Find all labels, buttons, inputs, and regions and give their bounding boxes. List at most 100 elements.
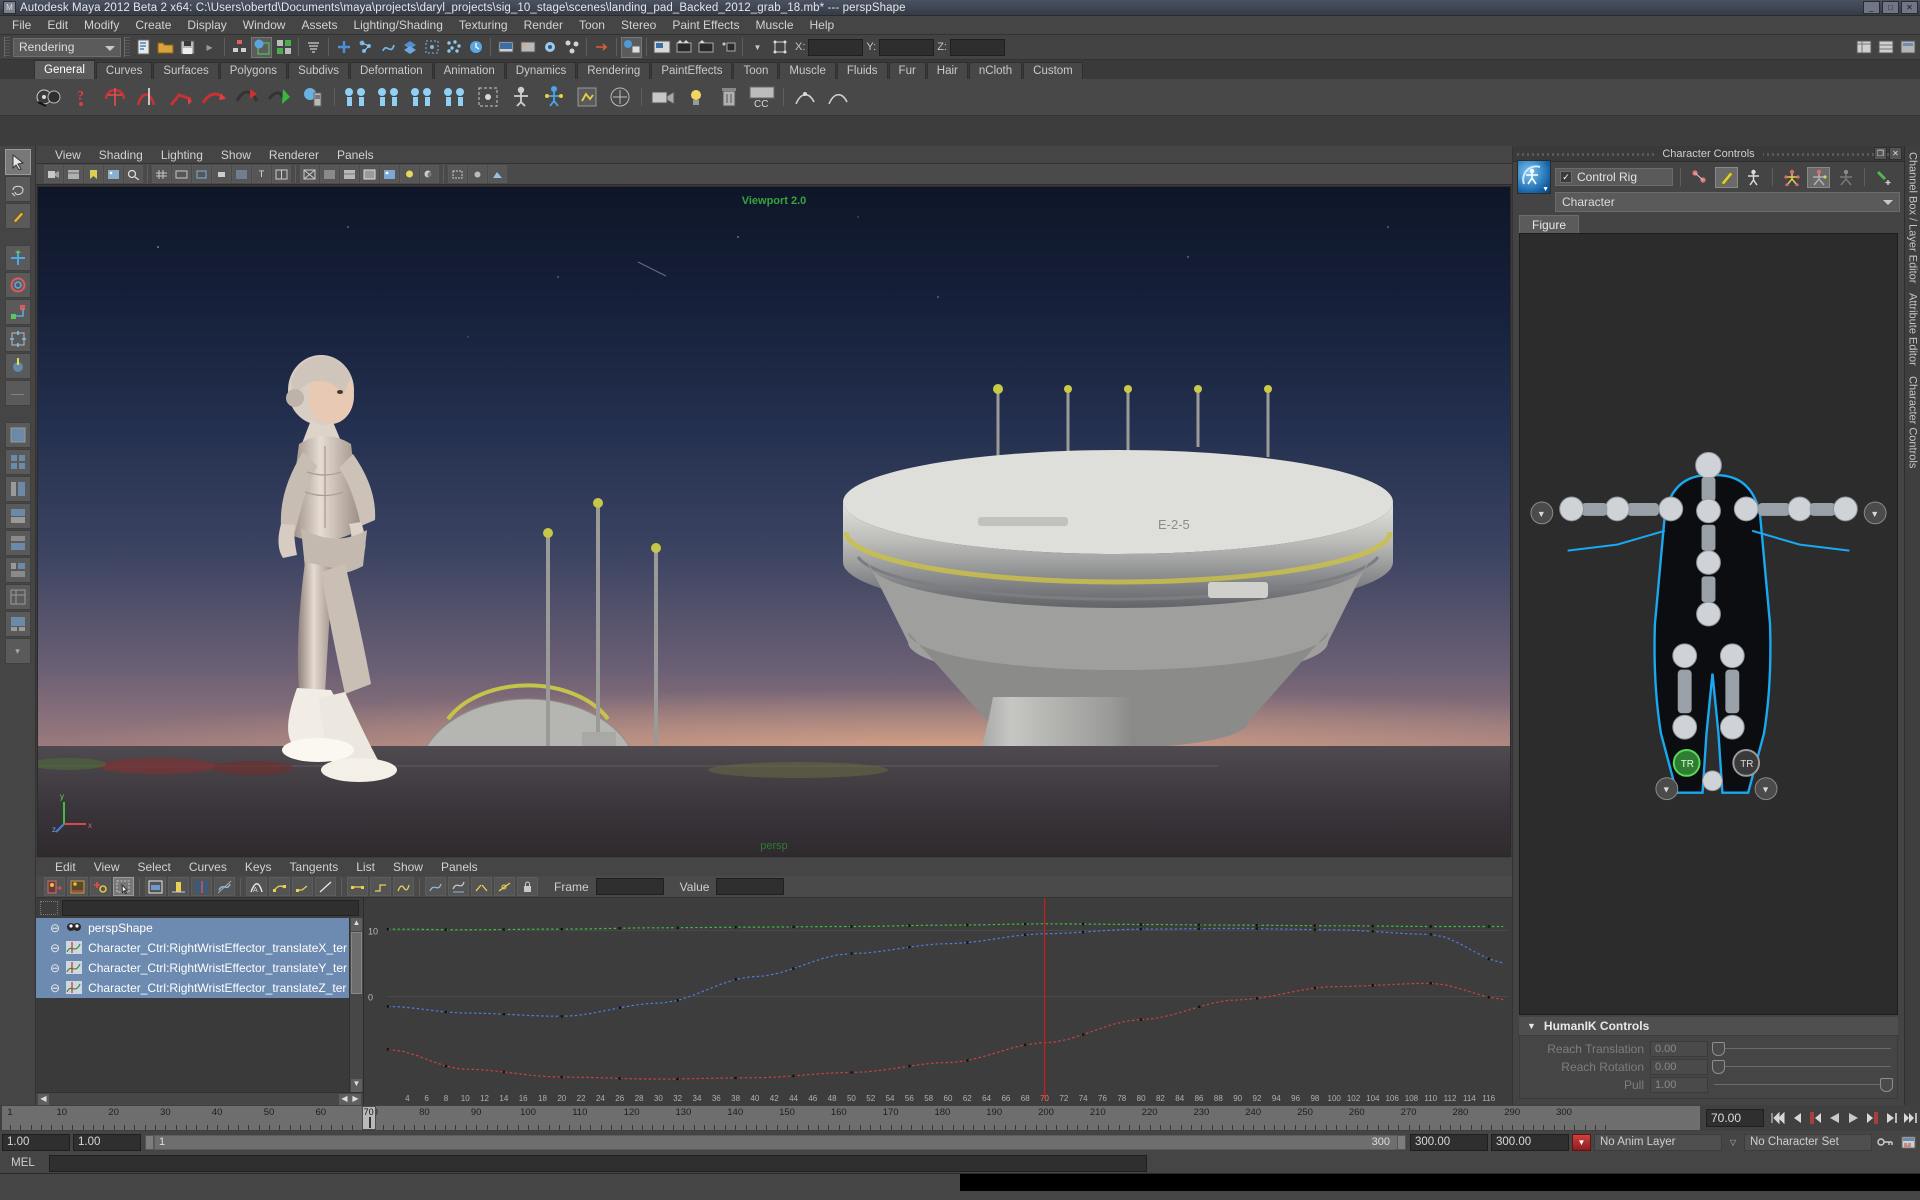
character-dropdown[interactable]: Character [1555, 192, 1900, 212]
ik-fk-blend2-icon[interactable] [374, 82, 404, 112]
skeleton-definition-icon[interactable] [1780, 167, 1803, 188]
x-field[interactable] [808, 38, 864, 56]
ik-fk-blend4-icon[interactable] [440, 82, 470, 112]
script-language-label[interactable]: MEL [0, 1157, 46, 1169]
render-current-frame-icon[interactable] [495, 37, 516, 58]
shelf-tab-curves[interactable]: Curves [95, 62, 153, 79]
curve-key[interactable] [908, 924, 911, 927]
curve-key[interactable] [1081, 930, 1085, 934]
camera-attributes-icon[interactable] [64, 165, 83, 183]
menu-assets[interactable]: Assets [293, 16, 345, 35]
snap-to-live-icon[interactable] [399, 37, 420, 58]
graph-editor-toolbar[interactable]: A Frame Value [36, 876, 1512, 898]
menu-file[interactable]: File [4, 16, 39, 35]
frame-playback-range-icon[interactable] [168, 877, 189, 896]
animation-curve[interactable] [387, 927, 1504, 1017]
character-figure-view[interactable]: TR TR ▼ ▼ ▼ ▼ [1519, 233, 1898, 1015]
curve-key[interactable] [734, 925, 737, 929]
curve-key[interactable] [444, 928, 448, 931]
value-field[interactable] [716, 878, 785, 895]
break-tangents-icon[interactable] [471, 877, 492, 896]
curve-key[interactable] [908, 945, 911, 949]
transform-coordinate-fields[interactable]: X: Y: Z: [795, 38, 1005, 56]
hik-row[interactable]: Reach Rotation 0.00 [1526, 1058, 1891, 1076]
z-field[interactable] [949, 38, 1005, 56]
animation-prefs-icon[interactable] [1898, 1136, 1918, 1149]
graph-menu-curves[interactable]: Curves [180, 858, 236, 876]
scroll-up-arrow[interactable]: ▲ [351, 918, 362, 931]
source-skeleton-icon[interactable] [1688, 167, 1711, 188]
slider-knob[interactable] [1711, 1060, 1725, 1074]
outliner-row[interactable]: ⊖ Character_Ctrl:RightWristEffector_trans… [36, 938, 363, 958]
menu-lighting-shading[interactable]: Lighting/Shading [345, 16, 450, 35]
restore-icon[interactable]: ❐ [1874, 147, 1887, 160]
shelf-tab-surfaces[interactable]: Surfaces [153, 62, 219, 79]
swap-buffer-curve-icon[interactable] [448, 877, 469, 896]
scroll-left-arrow[interactable]: ◀ [38, 1093, 49, 1105]
hik-row-value[interactable]: 0.00 [1650, 1041, 1708, 1057]
particle-snap-icon[interactable] [443, 37, 464, 58]
step-back-frame-button[interactable] [1806, 1109, 1825, 1128]
smooth-shading-icon[interactable] [320, 165, 339, 183]
curve-key[interactable] [966, 1059, 969, 1062]
menu-create[interactable]: Create [127, 16, 179, 35]
shelf-tab-polygons[interactable]: Polygons [219, 62, 288, 79]
command-input-field[interactable] [49, 1154, 1147, 1172]
layout-single-button[interactable] [4, 422, 31, 448]
frame-field[interactable] [595, 878, 664, 895]
open-attribute-editor-icon[interactable] [621, 36, 642, 58]
step-forward-key-button[interactable] [1882, 1109, 1901, 1128]
outliner-filter-row[interactable] [36, 898, 363, 918]
curve-key[interactable] [502, 928, 506, 931]
current-time-indicator[interactable]: 70 [361, 1106, 376, 1130]
curve-key[interactable] [1371, 984, 1375, 987]
curve-key[interactable] [1313, 986, 1317, 990]
character-controls-tabs[interactable]: Figure [1513, 215, 1904, 233]
layout-more-button[interactable]: ▾ [4, 638, 31, 664]
persp-viewport[interactable]: E-2-5 25 [37, 186, 1511, 857]
maximize-button[interactable]: □ [1882, 1, 1899, 14]
curve-key[interactable] [444, 1010, 448, 1014]
custom-rig-icon[interactable] [1834, 167, 1857, 188]
shelf-tab-painteffects[interactable]: PaintEffects [651, 62, 733, 79]
status-line-toolbar[interactable]: Rendering ▸ ▼ X: Y: Z: [0, 35, 1920, 60]
play-forwards-button[interactable] [1844, 1109, 1863, 1128]
curve-key[interactable] [1139, 927, 1143, 931]
hik-row[interactable]: Pull 1.00 [1526, 1076, 1893, 1094]
window-buttons[interactable]: _ □ ✕ [1863, 1, 1918, 14]
bookmark-icon[interactable] [84, 165, 103, 183]
motion-trail-icon[interactable] [790, 82, 820, 112]
curve-key[interactable] [1429, 933, 1432, 936]
shelf-icon-row[interactable]: ? CC [0, 79, 1920, 115]
curve-key[interactable] [792, 967, 795, 970]
graph-menu-view[interactable]: View [85, 858, 129, 876]
grid-toggle-icon[interactable] [152, 165, 171, 183]
collapse-minus-icon[interactable]: ⊖ [50, 941, 60, 955]
motion-trail2-icon[interactable] [823, 82, 853, 112]
curve-key[interactable] [1371, 924, 1375, 928]
viewport-menu-panels[interactable]: Panels [328, 146, 383, 164]
curve-key[interactable] [1255, 997, 1259, 1000]
snap-to-point-icon[interactable] [355, 37, 376, 58]
curve-key[interactable] [444, 1064, 448, 1068]
humanik-controls-header[interactable]: ▼ HumanIK Controls [1519, 1017, 1898, 1035]
lock-tangent-weight-icon[interactable] [517, 877, 538, 896]
lasso-tool-button[interactable] [4, 176, 31, 202]
layout-persp-outliner-button[interactable] [4, 611, 31, 637]
hik-control-rig-icon[interactable] [539, 82, 569, 112]
slider-knob[interactable] [1879, 1078, 1893, 1092]
curve-key[interactable] [618, 1006, 621, 1009]
go-to-end-button[interactable] [1901, 1109, 1920, 1128]
shelf[interactable]: General Curves Surfaces Polygons Subdivs Defo… [0, 60, 1920, 116]
shelf-tab-fluids[interactable]: Fluids [836, 62, 888, 79]
isolate-select-icon[interactable] [448, 165, 467, 183]
curve-key[interactable] [966, 923, 969, 927]
curve-key[interactable] [850, 952, 853, 955]
show-channel-box-icon[interactable] [1853, 37, 1874, 58]
main-menu-bar[interactable]: File Edit Modify Create Display Window Assets L… [0, 16, 1920, 35]
current-time-field[interactable]: 70.00 [1706, 1109, 1764, 1127]
control-rig-definition-icon[interactable] [1807, 166, 1830, 188]
curve-key[interactable] [1139, 923, 1143, 926]
menu-edit[interactable]: Edit [39, 16, 76, 35]
field-chart-icon[interactable] [272, 165, 291, 183]
